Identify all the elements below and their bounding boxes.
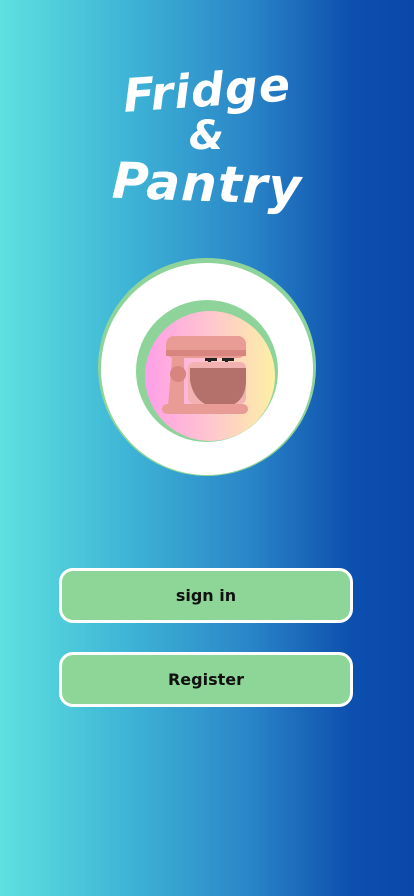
app-title: Fridge & Pantry (0, 57, 414, 216)
sign-in-label: sign in (175, 586, 237, 605)
app-title-line-3: Pantry (111, 151, 303, 217)
register-button[interactable]: Register (59, 652, 353, 707)
register-label: Register (167, 670, 245, 689)
sign-in-button[interactable]: sign in (59, 568, 353, 623)
stand-mixer-icon (162, 336, 248, 414)
